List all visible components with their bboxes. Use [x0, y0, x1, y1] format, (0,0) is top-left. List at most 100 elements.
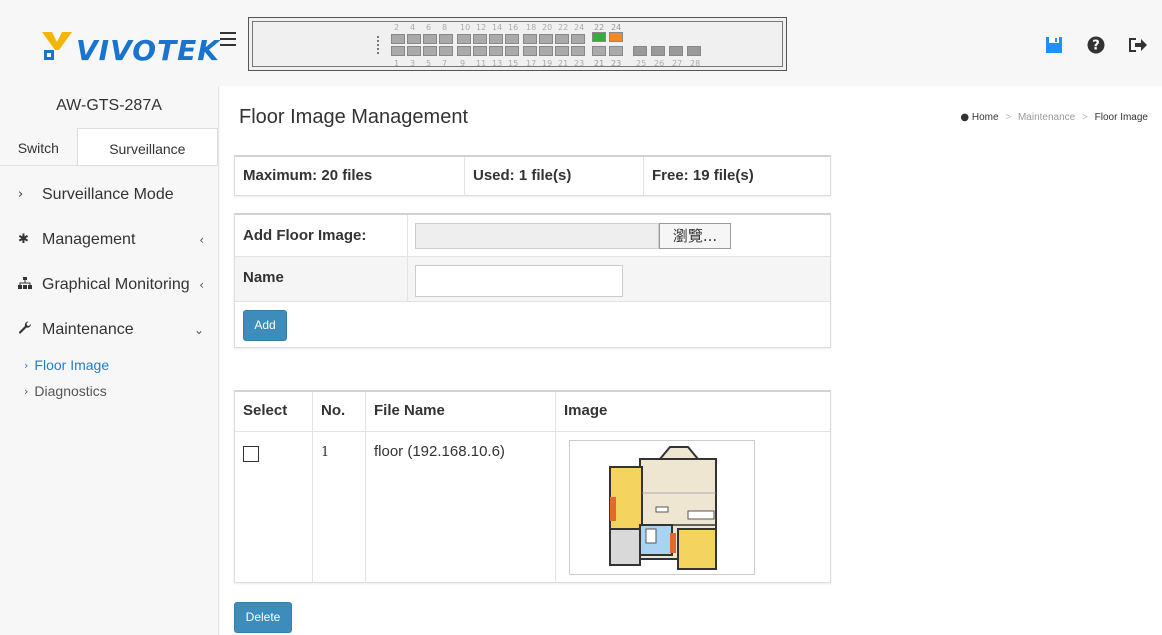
port-number: 8 [442, 23, 448, 32]
sidebar-item-management[interactable]: ✱ Management ‹ [0, 217, 218, 262]
svg-text:?: ? [1092, 39, 1100, 54]
add-floor-image-label: Add Floor Image: [243, 227, 367, 244]
port-number: 27 [672, 59, 683, 68]
maximum-files: Maximum: 20 files [235, 157, 465, 196]
logout-icon[interactable] [1128, 36, 1148, 56]
breadcrumb-home[interactable]: ● Home [960, 112, 1001, 123]
port-11[interactable] [473, 46, 487, 56]
port-number: 17 [526, 59, 537, 68]
table-row: 1 floor (192.168.10.6) [235, 432, 830, 583]
sitemap-icon [18, 276, 34, 293]
port-number: 22 [558, 23, 569, 32]
port-number: 12 [476, 23, 487, 32]
port-number: 11 [476, 59, 487, 68]
port-15[interactable] [505, 46, 519, 56]
row-select-checkbox[interactable] [243, 446, 259, 462]
sidebar-subitem-label: Floor Image [34, 357, 110, 373]
sfp-port-26[interactable] [651, 46, 665, 56]
sidebar-item-surveillance-mode[interactable]: › Surveillance Mode [0, 172, 218, 217]
breadcrumb: ● Home > Maintenance > Floor Image [960, 112, 1148, 123]
port-21-combo[interactable] [592, 46, 606, 56]
free-files: Free: 19 file(s) [652, 167, 754, 184]
port-number: 5 [426, 59, 432, 68]
breadcrumb-section[interactable]: Maintenance [1018, 112, 1075, 123]
menu-toggle-icon[interactable] [220, 32, 236, 46]
port-number: 4 [410, 23, 416, 32]
add-button[interactable]: Add [243, 310, 287, 341]
add-floor-image-row: Add Floor Image: 瀏覽... [235, 215, 830, 257]
file-path-field[interactable] [415, 223, 659, 249]
port-19[interactable] [539, 46, 553, 56]
sidebar-item-graphical-monitoring[interactable]: Graphical Monitoring ‹ [0, 262, 218, 307]
port-12[interactable] [473, 34, 487, 44]
switch-port-panel: 2 1 4 3 6 5 8 7 10 9 12 11 14 13 16 15 18 17 20 19 22 21 24 23 2… [248, 17, 787, 71]
browse-button[interactable]: 瀏覽... [659, 223, 731, 249]
delete-button[interactable]: Delete [234, 602, 292, 633]
port-24-combo[interactable] [609, 32, 623, 42]
sidebar-subitem-diagnostics[interactable]: › Diagnostics [0, 378, 218, 404]
row-number: 1 [313, 432, 366, 583]
sidebar-tabs: Switch Surveillance [0, 128, 218, 166]
floor-plan-thumbnail[interactable] [569, 440, 755, 575]
port-10[interactable] [457, 34, 471, 44]
port-number: 25 [636, 59, 647, 68]
col-no: No. [313, 392, 366, 432]
port-7[interactable] [439, 46, 453, 56]
sidebar-item-maintenance[interactable]: Maintenance ⌄ [0, 307, 218, 352]
help-icon[interactable]: ? [1086, 36, 1106, 56]
table-header: Select No. File Name Image [235, 392, 830, 432]
top-toolbar: ? [1044, 36, 1148, 56]
port-14[interactable] [489, 34, 503, 44]
select-cell [235, 432, 313, 583]
port-6[interactable] [423, 34, 437, 44]
name-label: Name [243, 269, 284, 286]
port-13[interactable] [489, 46, 503, 56]
vivotek-logo[interactable]: VIVOTEK [40, 26, 219, 67]
port-21[interactable] [555, 46, 569, 56]
page-title: Floor Image Management [239, 106, 469, 128]
port-number: 22 [594, 23, 605, 32]
port-2[interactable] [391, 34, 405, 44]
port-number: 26 [654, 59, 665, 68]
port-5[interactable] [423, 46, 437, 56]
image-cell [556, 432, 830, 583]
chevron-down-icon: ⌄ [193, 322, 204, 337]
tab-surveillance[interactable]: Surveillance [76, 128, 218, 165]
port-number: 28 [690, 59, 701, 68]
port-8[interactable] [439, 34, 453, 44]
sidebar-subitem-label: Diagnostics [34, 383, 107, 399]
tab-switch[interactable]: Switch [0, 128, 77, 165]
sidebar-item-label: Maintenance [42, 320, 134, 338]
port-number: 16 [508, 23, 519, 32]
port-3[interactable] [407, 46, 421, 56]
chevron-right-icon: › [24, 358, 29, 372]
port-22-combo[interactable] [592, 32, 606, 42]
port-4[interactable] [407, 34, 421, 44]
save-icon[interactable] [1044, 36, 1064, 56]
port-20[interactable] [539, 34, 553, 44]
port-23-combo[interactable] [609, 46, 623, 56]
port-number: 21 [594, 59, 605, 68]
name-input[interactable] [415, 265, 623, 297]
port-18[interactable] [523, 34, 537, 44]
port-number: 3 [410, 59, 416, 68]
sidebar-subitem-floor-image[interactable]: › Floor Image [0, 352, 218, 378]
port-9[interactable] [457, 46, 471, 56]
used-files: Used: 1 file(s) [465, 157, 644, 196]
sfp-port-25[interactable] [633, 46, 647, 56]
sfp-port-28[interactable] [687, 46, 701, 56]
port-number: 10 [460, 23, 471, 32]
port-1[interactable] [391, 46, 405, 56]
port-number: 23 [611, 59, 622, 68]
port-16[interactable] [505, 34, 519, 44]
port-23[interactable] [571, 46, 585, 56]
port-17[interactable] [523, 46, 537, 56]
port-number: 2 [394, 23, 400, 32]
wrench-icon [18, 320, 34, 339]
chevron-left-icon: ‹ [199, 232, 204, 247]
sidebar: AW-GTS-287A Switch Surveillance › Survei… [0, 86, 219, 635]
sfp-port-27[interactable] [669, 46, 683, 56]
port-22[interactable] [555, 34, 569, 44]
port-number: 20 [542, 23, 553, 32]
port-24[interactable] [571, 34, 585, 44]
